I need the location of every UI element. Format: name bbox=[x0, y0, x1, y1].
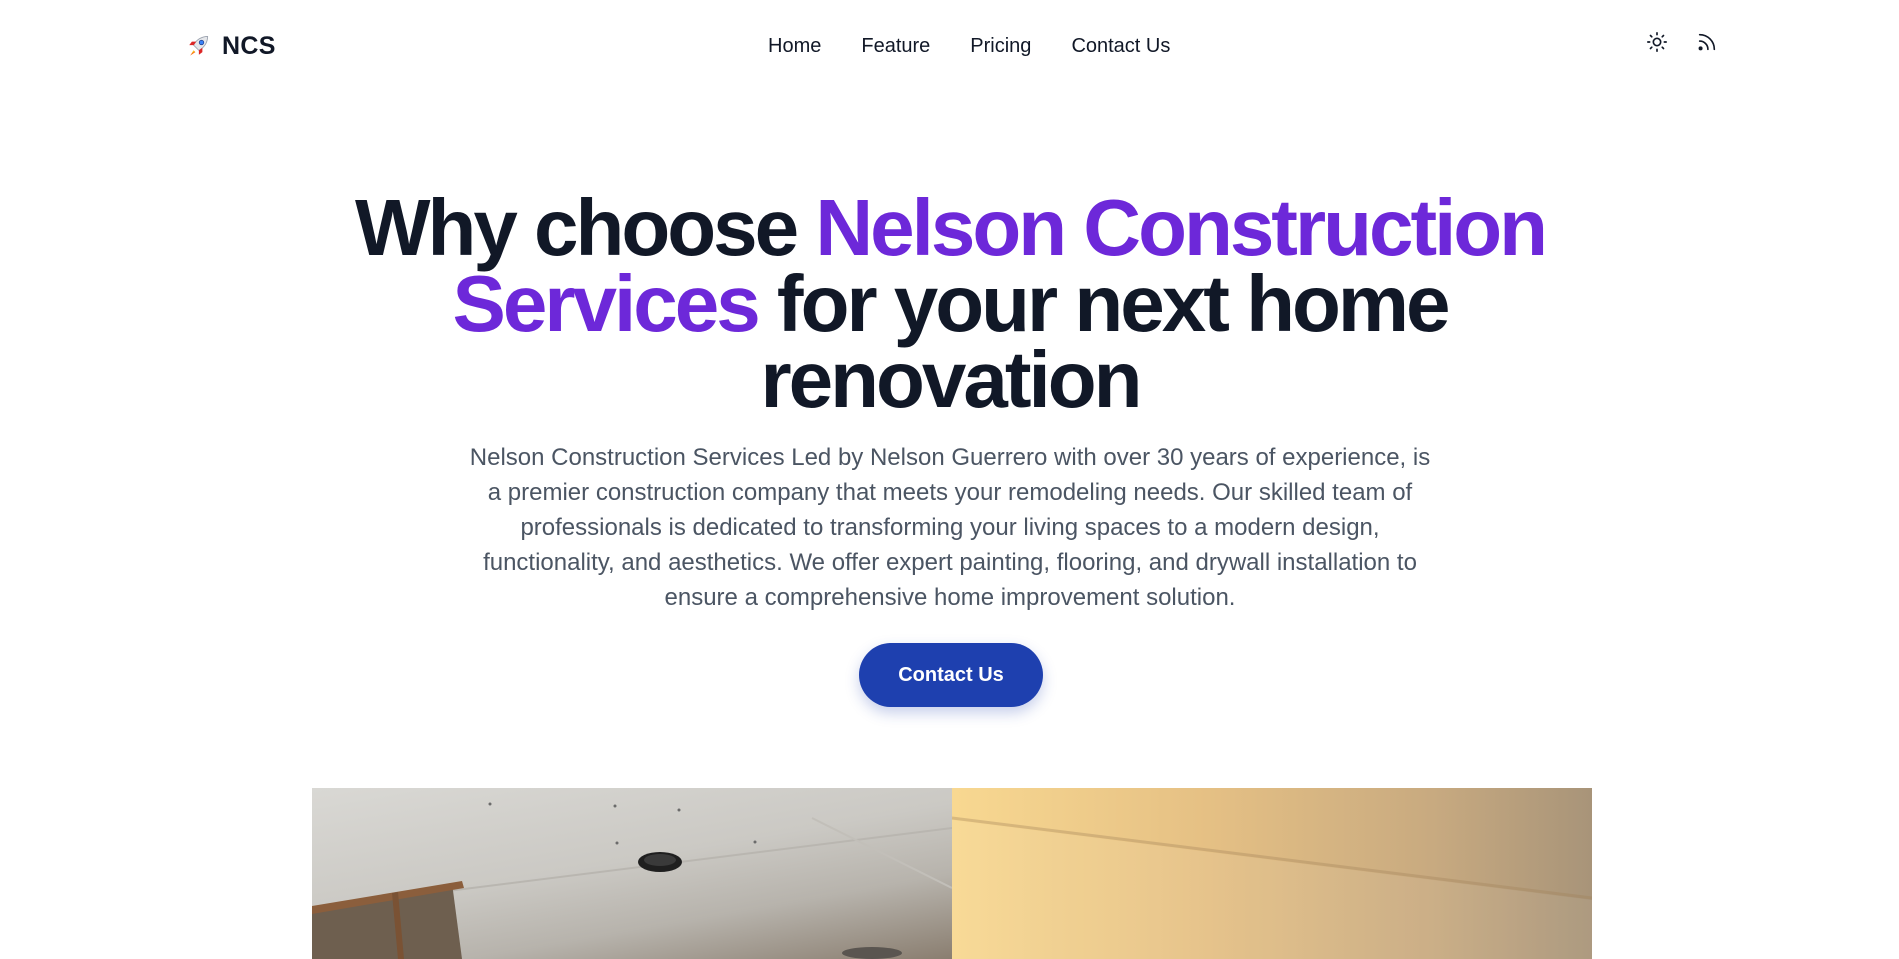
drywall-ceiling-drawing bbox=[312, 802, 952, 959]
theme-toggle-button[interactable] bbox=[1645, 30, 1669, 54]
page: NCS Home Feature Pricing Contact Us Why … bbox=[0, 0, 1899, 959]
main-nav: Home Feature Pricing Contact Us bbox=[748, 30, 1190, 62]
painted-wall-drawing bbox=[952, 816, 1592, 959]
contact-us-button[interactable]: Contact Us bbox=[859, 643, 1043, 707]
drywall-ceiling-photo bbox=[312, 788, 952, 959]
sun-icon bbox=[1647, 32, 1667, 52]
nav-feature[interactable]: Feature bbox=[841, 30, 950, 62]
header-actions bbox=[1645, 30, 1719, 54]
painted-wall-photo bbox=[952, 788, 1592, 959]
brand-name: NCS bbox=[222, 31, 276, 60]
hero-description: Nelson Construction Services Led by Nels… bbox=[469, 444, 1431, 611]
hero-title-tail: for your next home renovation bbox=[757, 259, 1451, 424]
nav-home[interactable]: Home bbox=[748, 30, 841, 62]
hero-title: Why choose Nelson Construction Services … bbox=[300, 188, 1600, 420]
rocket-icon bbox=[189, 35, 209, 56]
rss-icon bbox=[1698, 33, 1716, 51]
nav-contact-us[interactable]: Contact Us bbox=[1051, 30, 1190, 62]
site-header: NCS Home Feature Pricing Contact Us bbox=[0, 0, 1899, 92]
brand-logo[interactable]: NCS bbox=[184, 29, 276, 63]
project-gallery bbox=[312, 788, 1592, 959]
nav-pricing[interactable]: Pricing bbox=[950, 30, 1051, 62]
rss-feed-button[interactable] bbox=[1695, 30, 1719, 54]
